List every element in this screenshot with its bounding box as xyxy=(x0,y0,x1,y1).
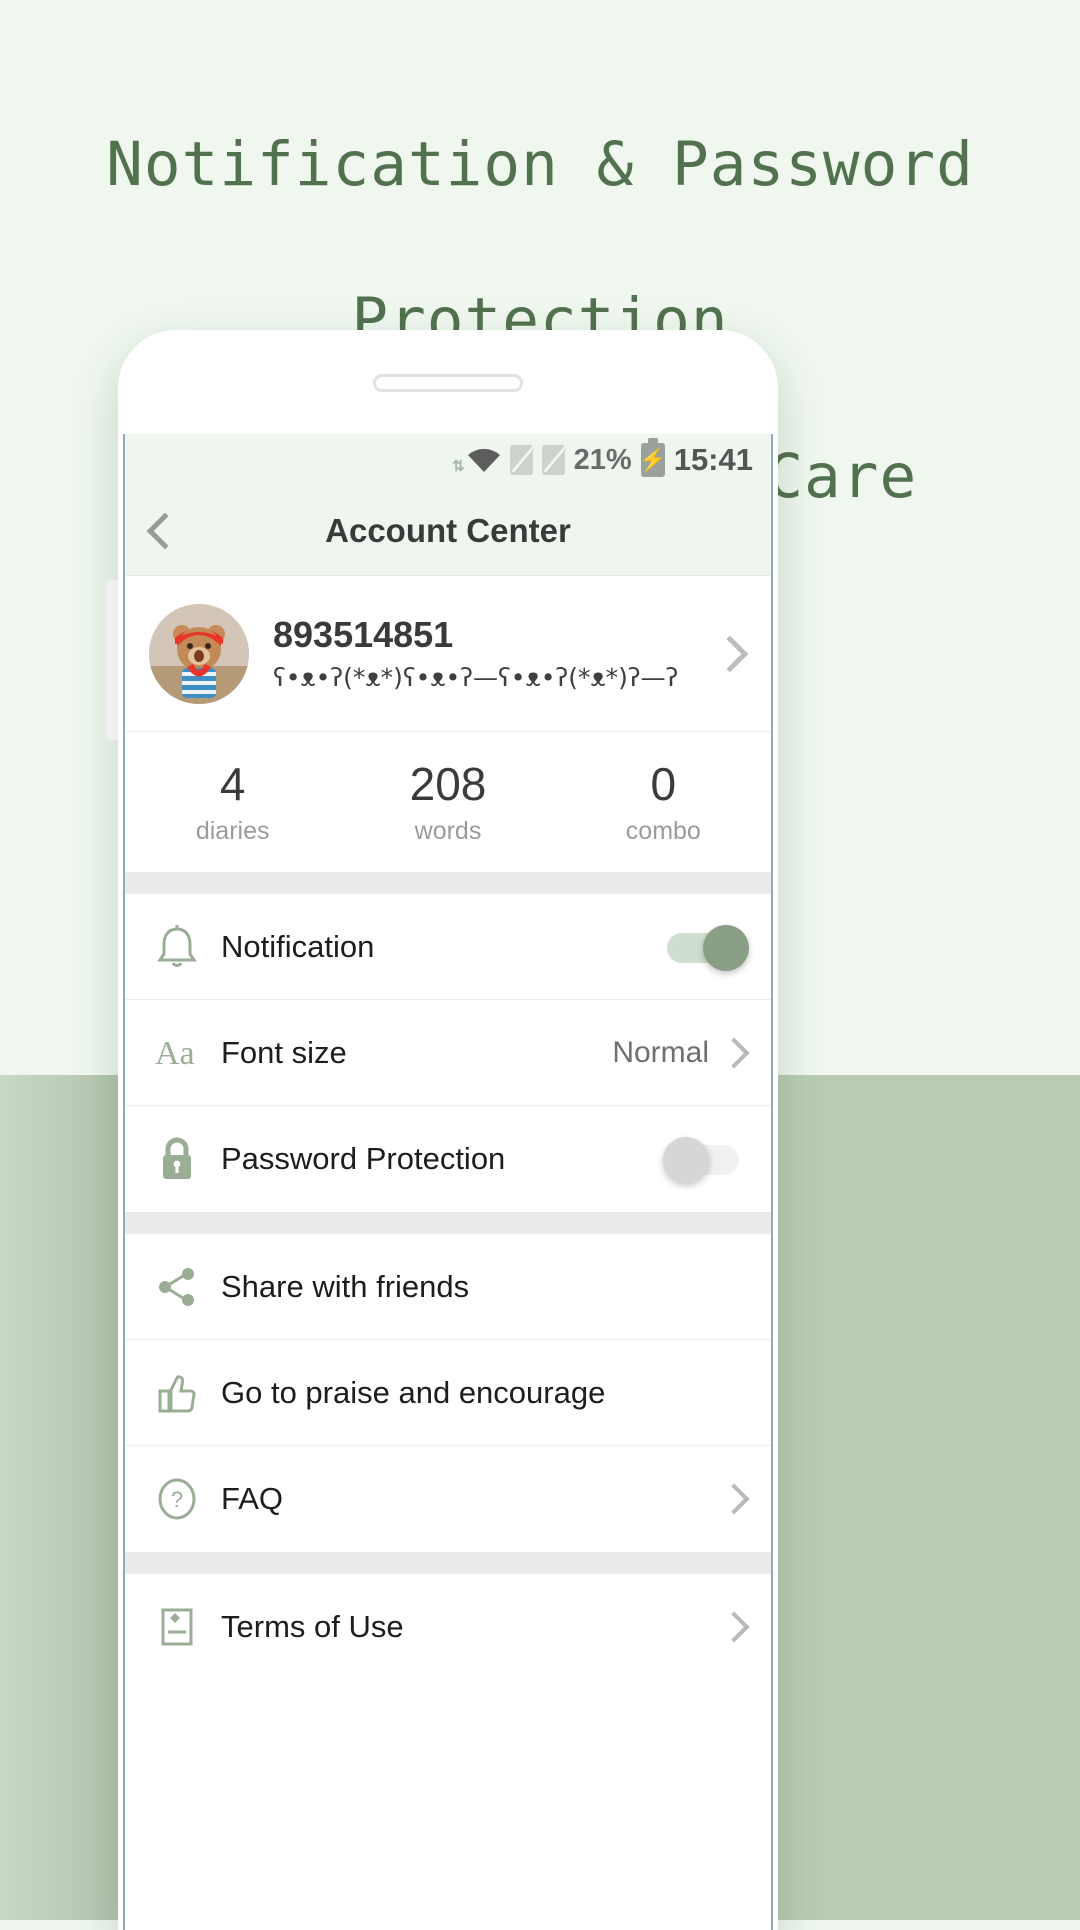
chevron-right-icon[interactable] xyxy=(718,1483,750,1515)
stat-value: 208 xyxy=(409,758,487,810)
row-label: FAQ xyxy=(221,1481,284,1516)
app-bar: Account Center xyxy=(125,486,771,576)
row-notification[interactable]: Notification xyxy=(125,894,771,1000)
profile-text: 893514851 ʕ•ᴥ•ʔ(*ᴥ*)ʕ•ᴥ•ʔ—ʕ•ᴥ•ʔ(*ᴥ*)ʔ—ʔ xyxy=(249,613,717,695)
settings-group: Notification Aa Font size Normal Passwor… xyxy=(125,894,771,1212)
phone-side-button[interactable] xyxy=(106,580,118,740)
profile-row[interactable]: 893514851 ʕ•ᴥ•ʔ(*ᴥ*)ʕ•ᴥ•ʔ—ʕ•ᴥ•ʔ(*ᴥ*)ʔ—ʔ xyxy=(125,576,771,732)
stat-value: 4 xyxy=(219,758,246,810)
share-icon xyxy=(155,1265,215,1309)
legal-group: Terms of Use xyxy=(125,1574,771,1680)
row-label: Share with friends xyxy=(221,1268,470,1304)
stat-diaries: 4 diaries xyxy=(125,757,340,847)
back-button[interactable] xyxy=(125,512,205,549)
phone-speaker xyxy=(373,374,523,392)
row-label: Notification xyxy=(221,928,375,964)
row-praise-and-encourage[interactable]: Go to praise and encourage xyxy=(125,1340,771,1446)
password-protection-toggle[interactable] xyxy=(663,1137,745,1183)
stat-combo: 0 combo xyxy=(556,757,771,847)
row-label: Font size xyxy=(221,1034,347,1070)
thumbs-up-icon xyxy=(155,1370,215,1416)
headline-line-1: Notification & Password xyxy=(106,129,974,200)
font-size-value: Normal xyxy=(612,1035,709,1069)
row-terms-of-use[interactable]: Terms of Use xyxy=(125,1574,771,1680)
phone-mockup: ⇅ 21% ⚡ 15:41 Account Center 893514851 ʕ… xyxy=(106,330,778,1930)
phone-screen: ⇅ 21% ⚡ 15:41 Account Center 893514851 ʕ… xyxy=(123,434,773,1930)
username-label: 893514851 xyxy=(273,613,454,655)
stat-words: 208 words xyxy=(340,757,555,847)
avatar xyxy=(149,603,249,704)
row-label: Go to praise and encourage xyxy=(221,1374,606,1410)
row-password-protection[interactable]: Password Protection xyxy=(125,1106,771,1212)
notification-toggle[interactable] xyxy=(667,924,749,971)
lock-icon xyxy=(155,1135,215,1183)
row-share-with-friends[interactable]: Share with friends xyxy=(125,1234,771,1340)
wifi-icon: ⇅ xyxy=(452,447,501,474)
sim-card-off-icon-1 xyxy=(509,445,533,475)
font-size-icon: Aa xyxy=(155,1033,215,1073)
section-divider xyxy=(125,1212,771,1234)
chevron-right-icon[interactable] xyxy=(718,1036,750,1069)
stat-value: 0 xyxy=(650,758,677,810)
svg-text:Aa: Aa xyxy=(155,1035,195,1072)
row-label: Password Protection xyxy=(221,1141,506,1176)
stat-label: words xyxy=(414,817,482,845)
section-divider xyxy=(125,1552,771,1574)
question-circle-icon: ? xyxy=(155,1476,215,1522)
teddy-bear-avatar xyxy=(149,603,249,704)
battery-percent-label: 21% xyxy=(573,443,632,476)
status-bar-clock: 15:41 xyxy=(673,442,753,477)
svg-text:?: ? xyxy=(171,1487,183,1512)
actions-group: Share with friends Go to praise and enco… xyxy=(125,1234,771,1552)
bell-icon xyxy=(155,924,215,970)
chevron-left-icon xyxy=(146,512,184,549)
stat-label: diaries xyxy=(195,817,270,845)
row-font-size[interactable]: Aa Font size Normal xyxy=(125,1000,771,1106)
row-label: Terms of Use xyxy=(221,1609,404,1644)
chevron-right-icon[interactable] xyxy=(711,635,749,672)
stat-label: combo xyxy=(625,817,701,845)
battery-charging-icon: ⚡ xyxy=(639,438,666,477)
stats-row: 4 diaries 208 words 0 combo xyxy=(125,732,771,872)
sim-card-off-icon-2 xyxy=(541,445,565,475)
status-bar: ⇅ 21% ⚡ 15:41 xyxy=(125,434,771,486)
page-title: Account Center xyxy=(325,511,571,549)
section-divider xyxy=(125,872,771,894)
user-signature-label: ʕ•ᴥ•ʔ(*ᴥ*)ʕ•ᴥ•ʔ—ʕ•ᴥ•ʔ(*ᴥ*)ʔ—ʔ xyxy=(273,662,679,692)
row-faq[interactable]: ? FAQ xyxy=(125,1446,771,1552)
document-icon xyxy=(155,1604,215,1650)
chevron-right-icon[interactable] xyxy=(718,1611,750,1643)
